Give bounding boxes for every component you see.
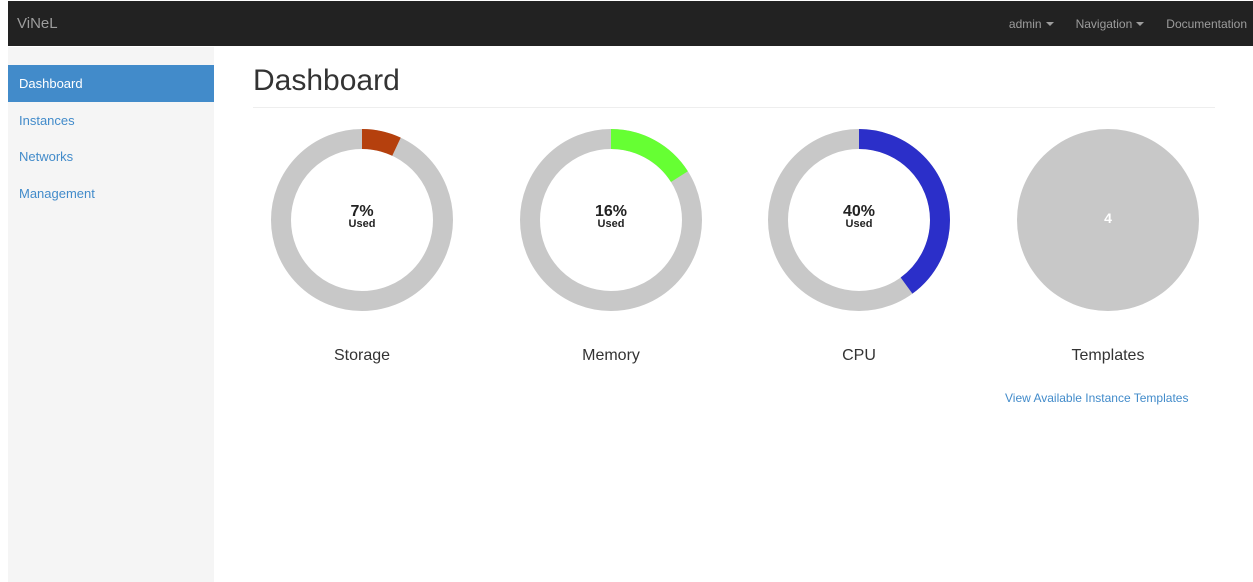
cpu-used-label: Used <box>845 218 873 230</box>
caret-down-icon <box>1045 21 1054 26</box>
view-templates-link[interactable]: View Available Instance Templates <box>1005 391 1188 405</box>
sidebar-item-dashboard[interactable]: Dashboard <box>8 65 214 102</box>
sidebar-item-instances[interactable]: Instances <box>8 102 214 139</box>
templates-count: 4 <box>1104 210 1112 226</box>
memory-label: Memory <box>582 347 640 364</box>
sidebar-item-networks[interactable]: Networks <box>8 138 214 175</box>
user-menu-label: admin <box>1008 16 1042 31</box>
templates-label: Templates <box>1071 347 1145 364</box>
caret-down-icon <box>1136 21 1145 26</box>
storage-used-label: Used <box>348 218 376 230</box>
top-navbar: ViNeL admin Navigation Documentation <box>8 1 1253 46</box>
page-title: Dashboard <box>253 64 400 97</box>
navigation-menu-label: Navigation <box>1075 16 1133 31</box>
memory-used-label: Used <box>597 218 625 230</box>
cpu-label: CPU <box>842 347 876 364</box>
documentation-link[interactable]: Documentation <box>1166 17 1247 31</box>
navigation-menu-dropdown[interactable]: Navigation <box>1076 17 1145 31</box>
sidebar-item-management[interactable]: Management <box>8 175 214 212</box>
user-menu-dropdown[interactable]: admin <box>1009 17 1054 31</box>
brand-logo[interactable]: ViNeL <box>17 1 58 46</box>
sidebar: Dashboard Instances Networks Management <box>8 47 214 582</box>
storage-label: Storage <box>333 347 391 364</box>
title-divider <box>253 107 1215 108</box>
navbar-right-menu: admin Navigation Documentation <box>1009 1 1247 46</box>
